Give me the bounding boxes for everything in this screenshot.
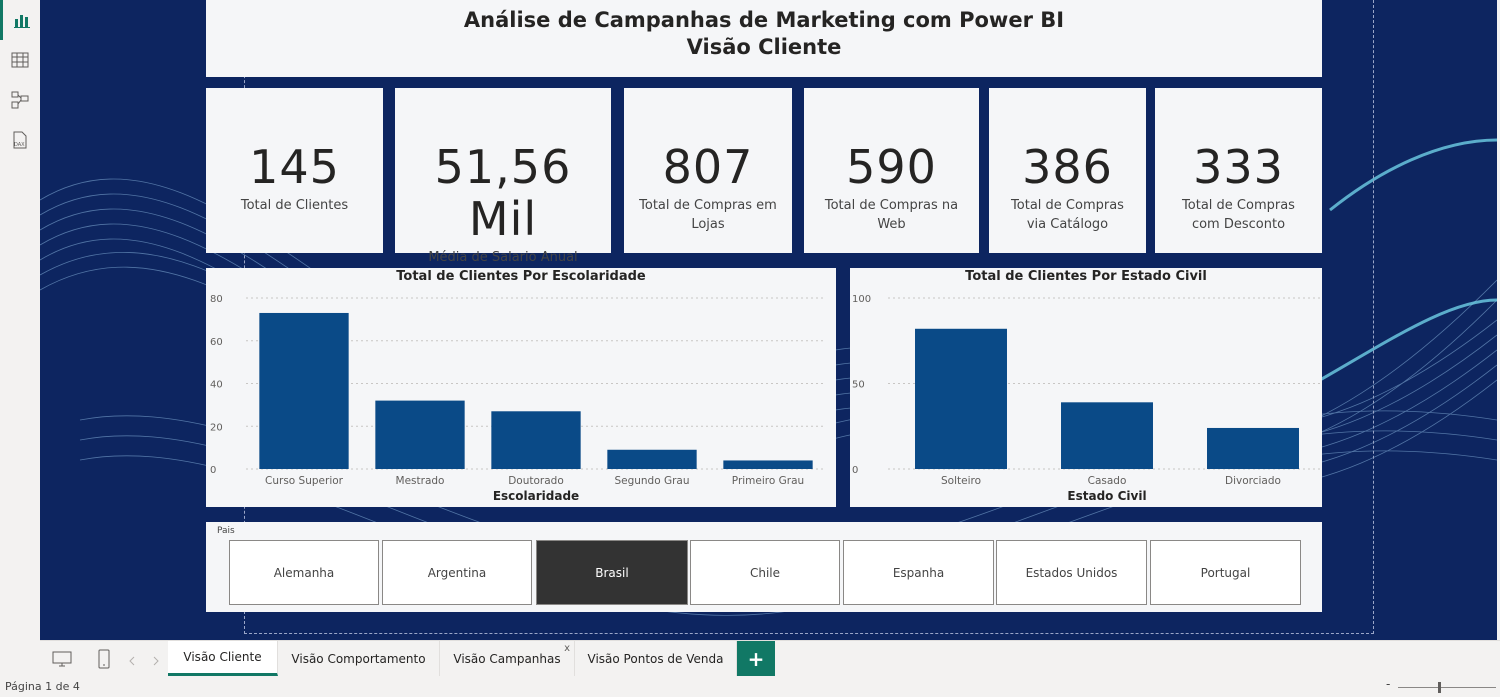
y-tick-label: 60 [210, 337, 223, 348]
x-tick-label: Solteiro [941, 475, 981, 487]
bar-chart-estado-civil: 100 50 0 Solteiro Casado Divorciado Estado Civ… [852, 294, 1322, 503]
bar[interactable] [607, 449, 697, 469]
y-tick-label: 50 [852, 380, 865, 391]
y-tick-label: 0 [852, 465, 858, 476]
x-axis-title: Estado Civil [1067, 489, 1146, 503]
kpi-label: Média de Salario Anual [428, 250, 578, 265]
kpi-value: 807 [662, 140, 754, 194]
kpi-label: Total de Compras na Web [824, 198, 959, 232]
tab-visao-comportamento[interactable]: Visão Comportamento [278, 641, 440, 676]
table-view-button[interactable] [0, 40, 40, 80]
tab-label: Visão Pontos de Venda [587, 651, 724, 666]
slicer-option-alemanha[interactable]: Alemanha [229, 540, 379, 605]
bar[interactable] [1061, 402, 1153, 469]
x-tick-label: Primeiro Grau [732, 475, 804, 487]
bar[interactable] [723, 460, 813, 469]
kpi-value: 386 [1022, 140, 1113, 194]
slicer-option-portugal[interactable]: Portugal [1150, 540, 1301, 605]
slicer-option-brasil[interactable]: Brasil [536, 540, 688, 605]
model-view-icon [11, 91, 29, 109]
tab-visao-campanhas[interactable]: Visão Campanhas x [440, 641, 575, 676]
bar[interactable] [1207, 427, 1299, 469]
bar[interactable] [375, 400, 465, 469]
bar-chart-escolaridade: 80 60 40 20 0 Curso Superior Mestrado Doutorado… [210, 294, 826, 503]
dax-query-button[interactable]: DAX [0, 120, 40, 160]
slicer-option-argentina[interactable]: Argentina [382, 540, 532, 605]
bar[interactable] [259, 312, 349, 469]
chart-estado-civil[interactable]: Total de Clientes Por Estado Civil 100 50… [850, 268, 1322, 507]
bar[interactable] [491, 411, 581, 469]
kpi-card-compras-lojas[interactable]: 807 Total de Compras em Lojas [624, 88, 792, 253]
y-tick-label: 20 [210, 422, 223, 433]
report-subtitle: Visão Cliente [686, 35, 842, 59]
kpi-card-total-clientes[interactable]: 145 Total de Clientes [206, 88, 383, 253]
plus-icon: + [747, 646, 765, 671]
report-title-card: Análise de Campanhas de Marketing com Po… [206, 0, 1322, 77]
kpi-card-compras-desconto[interactable]: 333 Total de Compras com Desconto [1155, 88, 1322, 253]
x-axis-title: Escolaridade [493, 489, 579, 503]
y-tick-label: 100 [852, 294, 871, 305]
y-tick-label: 80 [210, 294, 223, 305]
kpi-label: Total de Compras via Catálogo [1011, 198, 1124, 232]
prev-page-button[interactable] [128, 652, 136, 671]
x-tick-label: Doutorado [508, 475, 564, 487]
tab-label: Visão Campanhas [453, 651, 561, 666]
x-tick-label: Curso Superior [265, 475, 344, 487]
page-indicator: Página 1 de 4 [5, 680, 80, 693]
next-page-icon [153, 656, 159, 666]
tab-visao-pontos-de-venda[interactable]: Visão Pontos de Venda [575, 641, 737, 676]
add-page-button[interactable]: + [737, 641, 775, 676]
mobile-layout-button[interactable] [92, 647, 116, 671]
zoom-slider-track[interactable] [1398, 687, 1496, 688]
mobile-layout-icon [98, 649, 110, 669]
kpi-label: Total de Compras em Lojas [639, 198, 777, 232]
tab-label: Visão Comportamento [291, 651, 426, 666]
x-tick-label: Divorciado [1225, 475, 1281, 487]
zoom-slider-thumb[interactable] [1438, 682, 1441, 693]
slicer-option-estados-unidos[interactable]: Estados Unidos [996, 540, 1147, 605]
desktop-layout-button[interactable] [48, 647, 76, 671]
report-title: Análise de Campanhas de Marketing com Po… [463, 8, 1065, 32]
kpi-card-media-salario[interactable]: 51,56 Mil Média de Salario Anual [395, 88, 611, 265]
desktop-layout-icon [52, 651, 72, 667]
kpi-value: 590 [846, 140, 937, 194]
page-tabs-bar: Visão Cliente Visão Comportamento Visão … [40, 640, 1500, 677]
slicer-option-chile[interactable]: Chile [690, 540, 840, 605]
tab-close-icon[interactable]: x [564, 643, 570, 654]
dax-query-icon: DAX [13, 131, 27, 149]
y-tick-label: 40 [210, 380, 223, 391]
chart-escolaridade[interactable]: Total de Clientes Por Escolaridade 80 60 4… [206, 268, 836, 507]
slicer-title: Pais [217, 526, 235, 536]
kpi-value: 145 [249, 140, 340, 194]
kpi-card-compras-web[interactable]: 590 Total de Compras na Web [804, 88, 979, 253]
kpi-label: Total de Clientes [240, 198, 349, 213]
kpi-card-compras-catalogo[interactable]: 386 Total de Compras via Catálogo [989, 88, 1146, 253]
slicer-option-espanha[interactable]: Espanha [843, 540, 994, 605]
report-view-button[interactable] [0, 0, 40, 40]
view-sidebar: DAX [0, 0, 41, 640]
table-view-icon [11, 52, 29, 68]
tab-visao-cliente[interactable]: Visão Cliente [168, 641, 278, 676]
x-tick-label: Casado [1088, 475, 1127, 487]
bar[interactable] [915, 328, 1007, 469]
kpi-value: 333 [1193, 140, 1284, 194]
tab-label: Visão Cliente [183, 650, 262, 664]
y-tick-label: 0 [210, 465, 216, 476]
kpi-label: Total de Compras com Desconto [1182, 198, 1295, 232]
zoom-out-button[interactable]: - [1386, 677, 1390, 691]
next-page-button[interactable] [152, 652, 160, 671]
x-tick-label: Mestrado [396, 475, 445, 487]
status-bar: Página 1 de 4 - [0, 676, 1500, 697]
kpi-value: 51,56 Mil [434, 140, 572, 246]
model-view-button[interactable] [0, 80, 40, 120]
country-slicer: Pais Alemanha Argentina Brasil Chile Esp… [206, 522, 1322, 612]
svg-text:DAX: DAX [14, 142, 25, 148]
prev-page-icon [129, 656, 135, 666]
x-tick-label: Segundo Grau [614, 475, 689, 487]
report-view-icon [13, 15, 30, 28]
